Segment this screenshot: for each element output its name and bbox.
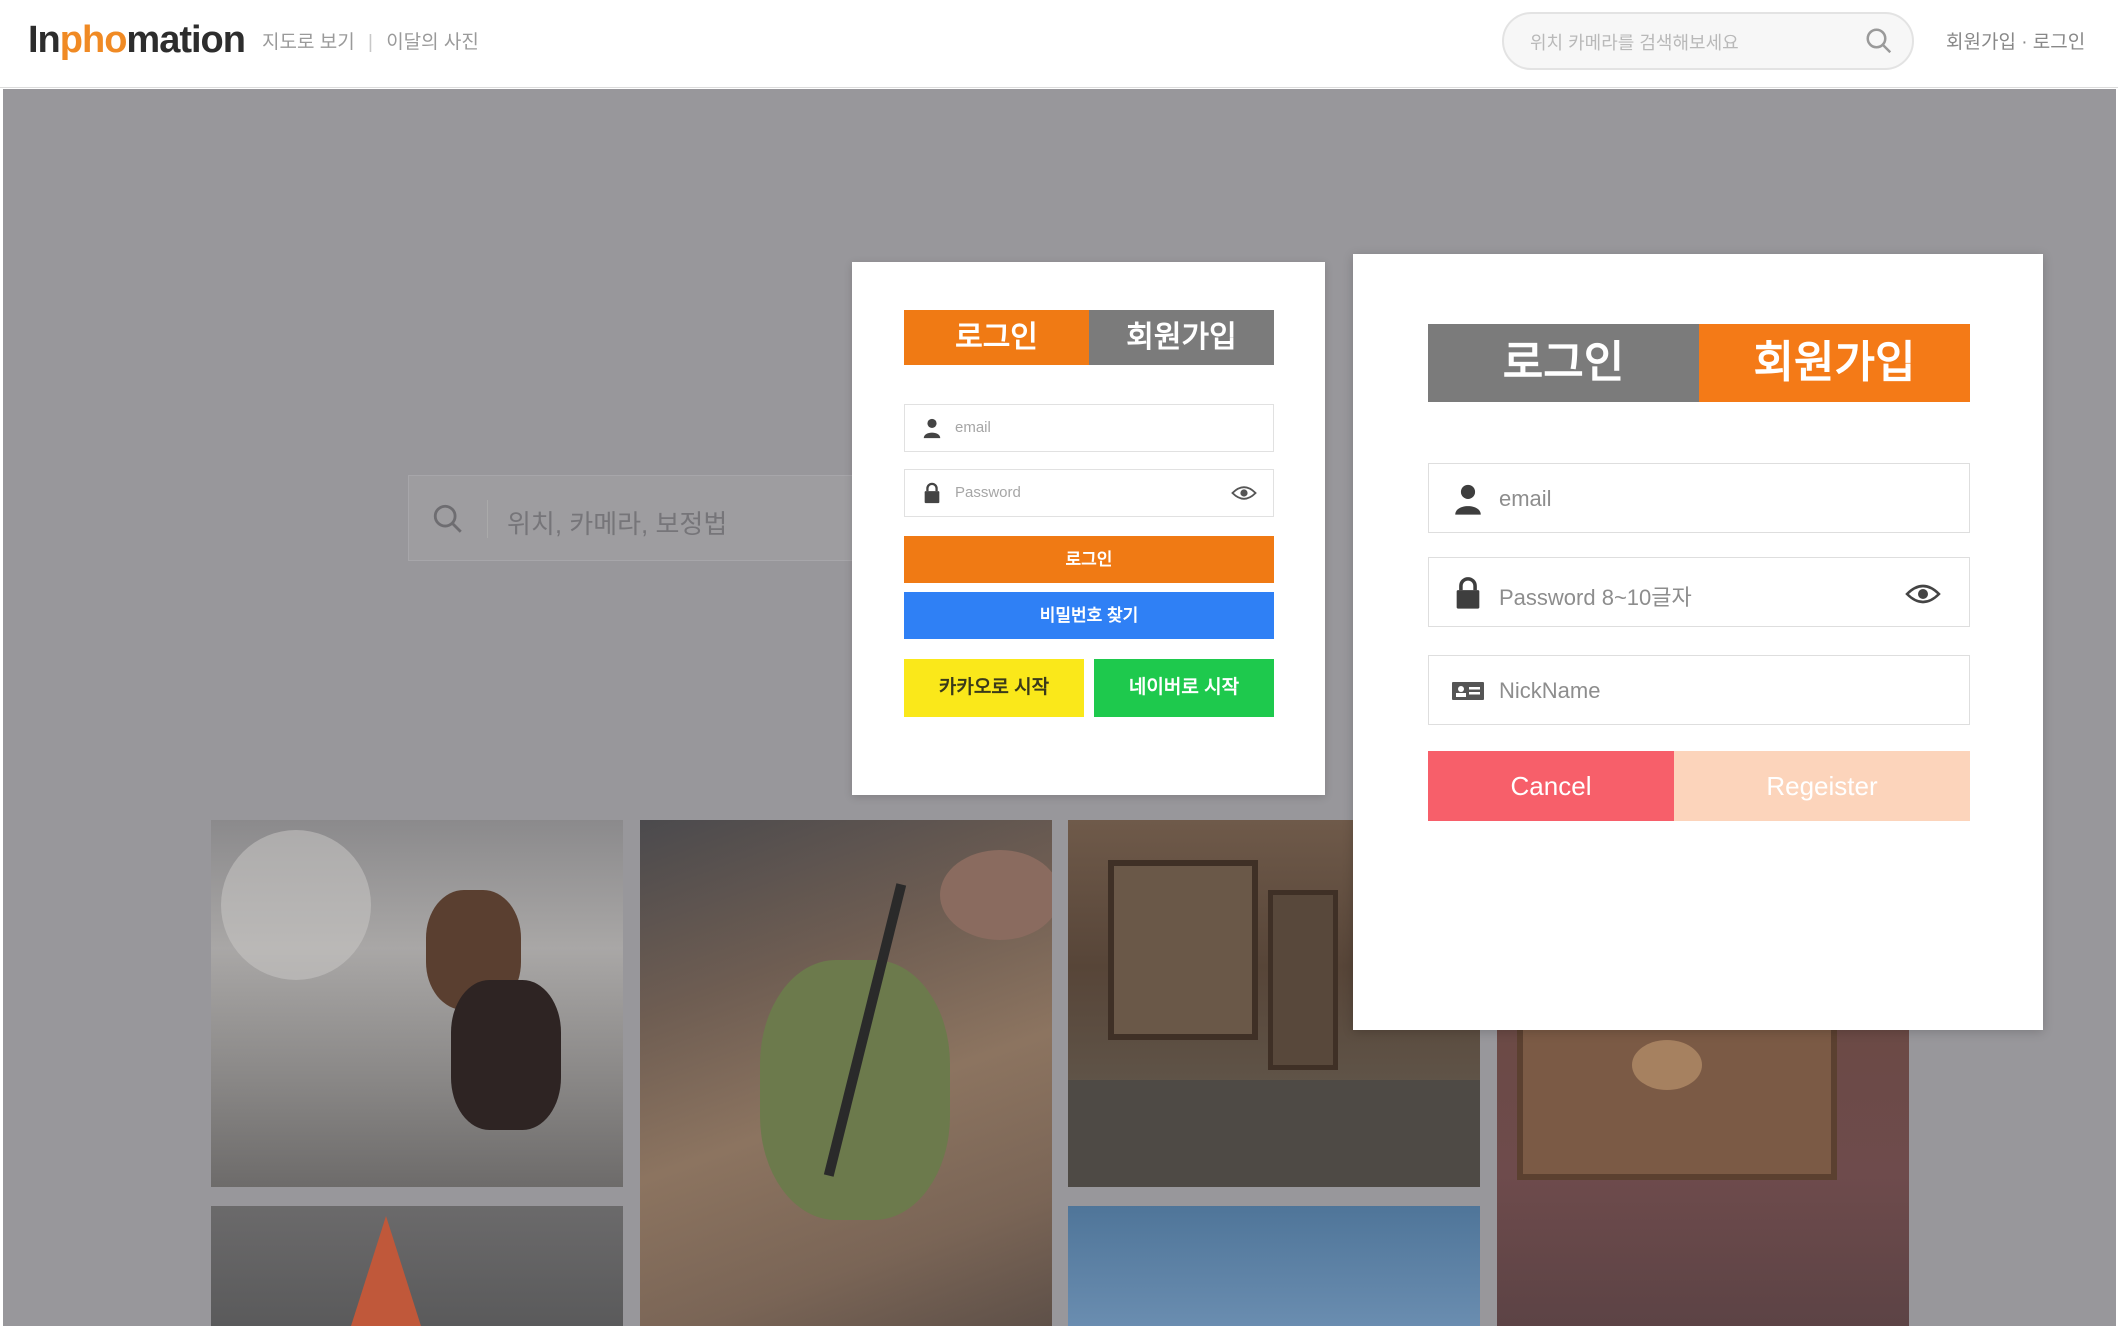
- eye-icon[interactable]: [1905, 582, 1941, 606]
- register-modal-tabs: 로그인 회원가입: [1428, 324, 1970, 402]
- login-button[interactable]: 로그인: [904, 536, 1274, 583]
- door-frame: [1268, 890, 1338, 1070]
- main-search-bar[interactable]: 위치, 카메라, 보정법: [408, 475, 888, 561]
- password-placeholder: Password 8~10글자: [1499, 585, 1692, 610]
- password-field[interactable]: Password 8~10글자: [1428, 557, 1970, 627]
- user-icon: [1455, 484, 1481, 515]
- cancel-button[interactable]: Cancel: [1428, 751, 1674, 821]
- tab-login[interactable]: 로그인: [1428, 324, 1699, 402]
- flower-shape: [221, 830, 371, 980]
- password-placeholder: Password: [955, 484, 1021, 501]
- logo-suffix: mation: [126, 19, 246, 61]
- top-header: Inphomation 지도로 보기 | 이달의 사진 위치 카메라를 검색해보…: [0, 0, 2118, 88]
- login-modal-tabs: 로그인 회원가입: [904, 310, 1274, 365]
- header-search[interactable]: 위치 카메라를 검색해보세요: [1502, 12, 1914, 70]
- email-field[interactable]: email: [1428, 463, 1970, 533]
- lock-icon: [1456, 577, 1480, 609]
- logo-accent: pho: [59, 19, 128, 61]
- photo-card[interactable]: [640, 820, 1052, 1326]
- tab-login[interactable]: 로그인: [904, 310, 1089, 365]
- hand-shape: [940, 850, 1052, 940]
- search-divider: [487, 500, 488, 538]
- dessert: [1632, 1040, 1702, 1090]
- user-icon: [923, 418, 941, 439]
- register-button[interactable]: Regeister: [1674, 751, 1970, 821]
- nickname-placeholder: NickName: [1499, 678, 1601, 703]
- ground: [1068, 1080, 1480, 1187]
- search-icon[interactable]: [1864, 26, 1894, 56]
- password-field[interactable]: Password: [904, 469, 1274, 517]
- id-card-icon: [1452, 682, 1484, 700]
- register-modal: 로그인 회원가입 email Password 8~10글자 NickName …: [1353, 254, 2043, 1030]
- logo[interactable]: Inphomation: [28, 18, 246, 62]
- window-frame: [1108, 860, 1258, 1040]
- main-content: 위치, 카메라, 보정법 로그인 회원가입 email Password 로그인…: [3, 89, 2116, 1326]
- main-search-placeholder: 위치, 카메라, 보정법: [507, 509, 728, 539]
- traffic-cone: [351, 1216, 421, 1326]
- search-icon: [433, 504, 462, 533]
- header-nav: 지도로 보기 | 이달의 사진: [262, 28, 479, 58]
- email-field[interactable]: email: [904, 404, 1274, 452]
- iced-coffee-glass: [451, 980, 561, 1130]
- kakao-login-button[interactable]: 카카오로 시작: [904, 659, 1084, 717]
- photo-card[interactable]: [1068, 1206, 1480, 1326]
- auth-links[interactable]: 회원가입 · 로그인: [1946, 28, 2085, 58]
- naver-login-button[interactable]: 네이버로 시작: [1094, 659, 1274, 717]
- photo-card[interactable]: [211, 1206, 623, 1326]
- eye-icon[interactable]: [1231, 484, 1257, 502]
- login-modal: 로그인 회원가입 email Password 로그인 비밀번호 찾기 카카오로…: [852, 262, 1325, 795]
- lock-icon: [924, 482, 940, 504]
- tab-register[interactable]: 회원가입: [1089, 310, 1274, 365]
- tab-register[interactable]: 회원가입: [1699, 324, 1970, 402]
- find-password-button[interactable]: 비밀번호 찾기: [904, 592, 1274, 639]
- email-placeholder: email: [955, 419, 991, 436]
- logo-prefix: In: [28, 19, 61, 61]
- header-search-placeholder: 위치 카메라를 검색해보세요: [1530, 33, 1739, 53]
- photo-card[interactable]: [211, 820, 623, 1187]
- nav-map-view[interactable]: 지도로 보기: [262, 28, 355, 58]
- nav-monthly-photo[interactable]: 이달의 사진: [386, 28, 479, 58]
- nav-separator: |: [367, 32, 373, 53]
- email-placeholder: email: [1499, 486, 1552, 511]
- nickname-field[interactable]: NickName: [1428, 655, 1970, 725]
